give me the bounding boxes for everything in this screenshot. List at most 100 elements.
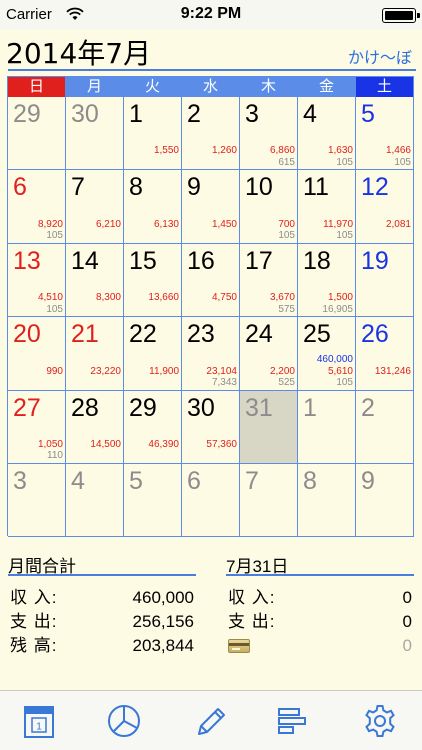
day-expense-row: 支 出: 0 xyxy=(226,610,414,634)
day-amounts: 57,360 xyxy=(206,439,237,462)
calendar-day-cell[interactable]: 12 2,081 xyxy=(356,170,414,244)
calendar-day-cell[interactable]: 8 xyxy=(298,463,356,538)
calendar-day-cell[interactable]: 29 46,390 xyxy=(124,390,182,464)
day-amounts: 11,900 xyxy=(149,366,179,389)
calendar-day-cell[interactable]: 30 xyxy=(66,97,124,171)
day-number: 26 xyxy=(361,320,389,349)
calendar-day-cell[interactable]: 19 xyxy=(356,243,414,318)
calendar-day-cell[interactable]: 30 57,360 xyxy=(182,390,240,464)
calendar-day-cell[interactable]: 9 xyxy=(356,463,414,538)
month-expense-label: 支 出: xyxy=(10,612,58,631)
day-amounts: 990 xyxy=(46,366,63,389)
calendar-day-cell[interactable]: 3 6,860 615 xyxy=(240,97,298,171)
calendar-day-cell[interactable]: 18 1,500 16,905 xyxy=(298,243,356,318)
calendar-day-cell[interactable]: 4 1,630 105 xyxy=(298,97,356,171)
day-amounts: 1,630 105 xyxy=(328,145,353,168)
calendar-day-cell[interactable]: 10 700 105 xyxy=(240,170,298,244)
calendar-day-cell[interactable]: 6 8,920 105 xyxy=(8,170,66,244)
day-number: 1 xyxy=(303,393,317,422)
calendar-day-cell-selected[interactable]: 31 xyxy=(240,390,298,464)
calendar-day-cell[interactable]: 29 xyxy=(8,97,66,171)
day-card-row: 0 xyxy=(226,634,414,658)
calendar-week-row: 27 1,050 110 28 14,500 29 46,390 30 57,360 31 1 2 xyxy=(8,390,414,464)
month-balance-label: 残 高: xyxy=(10,636,58,655)
day-card-amount: 525 xyxy=(278,377,295,389)
day-number: 21 xyxy=(71,320,99,349)
day-card-amount: 615 xyxy=(278,156,295,168)
calendar-day-cell[interactable]: 2 xyxy=(356,390,414,464)
month-income-row: 収 入: 460,000 xyxy=(8,586,196,610)
day-number: 1 xyxy=(129,100,143,128)
calendar-icon[interactable]: 1 xyxy=(19,701,59,741)
weekday-label: 土 xyxy=(356,77,414,97)
calendar-day-cell[interactable]: 26 131,246 xyxy=(356,317,414,391)
day-amounts: 3,670 575 xyxy=(270,292,295,315)
day-number: 3 xyxy=(245,100,259,128)
day-number: 27 xyxy=(13,393,41,422)
amount-spacer xyxy=(90,450,121,462)
calendar-day-cell[interactable]: 7 xyxy=(240,463,298,538)
day-expense-amount: 2,081 xyxy=(385,218,411,230)
tab-bar: 1 xyxy=(0,690,422,750)
day-number: 2 xyxy=(187,100,201,128)
amount-spacer xyxy=(206,450,237,462)
month-income-value: 460,000 xyxy=(132,588,194,607)
day-amounts: 2,200 525 xyxy=(270,366,295,389)
day-number: 30 xyxy=(187,393,215,422)
calendar-day-cell[interactable]: 13 4,510 105 xyxy=(8,243,66,318)
calendar-day-cell[interactable]: 21 23,220 xyxy=(66,317,124,391)
day-expense-amount: 1,260 xyxy=(211,145,237,157)
month-summary: 月間合計 収 入: 460,000 支 出: 256,156 残 高: 203,… xyxy=(8,552,196,658)
calendar-day-cell[interactable]: 15 13,660 xyxy=(124,243,182,318)
day-card-amount: 105 xyxy=(336,230,353,242)
pencil-icon[interactable] xyxy=(191,701,231,741)
calendar-day-cell[interactable]: 1 1,550 xyxy=(124,97,182,171)
day-expense-amount: 6,130 xyxy=(153,218,179,230)
calendar-day-cell[interactable]: 4 xyxy=(66,463,124,538)
status-bar: Carrier 9:22 PM xyxy=(0,0,422,30)
calendar-day-cell[interactable]: 28 14,500 xyxy=(66,390,124,464)
weekday-label: 日 xyxy=(8,77,66,97)
amount-spacer xyxy=(154,157,179,169)
calendar-day-cell[interactable]: 8 6,130 xyxy=(124,170,182,244)
day-income-value: 0 xyxy=(402,588,412,607)
day-number: 24 xyxy=(245,320,273,349)
amount-spacer xyxy=(149,377,179,389)
calendar-header: 2014年7月 かけ〜ぼ xyxy=(0,30,422,74)
day-card-amount: 105 xyxy=(336,377,353,389)
bar-list-icon[interactable] xyxy=(272,701,312,741)
day-number: 23 xyxy=(187,320,215,349)
calendar-day-cell[interactable]: 11 11,970 105 xyxy=(298,170,356,244)
day-number: 29 xyxy=(13,100,41,128)
day-amounts: 1,550 xyxy=(154,145,179,168)
calendar-day-cell[interactable]: 27 1,050 110 xyxy=(8,390,66,464)
calendar-day-cell[interactable]: 5 1,466 105 xyxy=(356,97,414,171)
calendar-day-cell[interactable]: 7 6,210 xyxy=(66,170,124,244)
calendar-day-cell[interactable]: 5 xyxy=(124,463,182,538)
calendar-day-cell[interactable]: 3 xyxy=(8,463,66,538)
month-expense-value: 256,156 xyxy=(132,612,194,631)
gear-icon[interactable] xyxy=(360,701,400,741)
app-name-link[interactable]: かけ〜ぼ xyxy=(348,44,412,68)
calendar-day-cell[interactable]: 20 990 xyxy=(8,317,66,391)
amount-spacer xyxy=(212,157,237,169)
pie-chart-icon[interactable] xyxy=(104,701,144,741)
calendar-day-cell[interactable]: 22 11,900 xyxy=(124,317,182,391)
calendar-day-cell[interactable]: 6 xyxy=(182,463,240,538)
day-expense-amount: 1,450 xyxy=(211,218,237,230)
calendar-day-cell[interactable]: 14 8,300 xyxy=(66,243,124,318)
weekday-label: 火 xyxy=(124,77,182,97)
calendar-day-cell[interactable]: 17 3,670 575 xyxy=(240,243,298,318)
day-number: 30 xyxy=(71,100,99,128)
day-number: 10 xyxy=(245,173,273,202)
calendar-day-cell[interactable]: 1 xyxy=(298,390,356,464)
credit-card-icon xyxy=(228,639,250,653)
calendar-day-cell[interactable]: 9 1,450 xyxy=(182,170,240,244)
calendar-day-cell[interactable]: 2 1,260 xyxy=(182,97,240,171)
calendar-day-cell[interactable]: 16 4,750 xyxy=(182,243,240,318)
day-expense-amount: 4,510 xyxy=(37,292,63,304)
calendar-day-cell[interactable]: 24 2,200 525 xyxy=(240,317,298,391)
day-number: 9 xyxy=(361,466,375,495)
calendar-day-cell[interactable]: 25 460,000 5,610 105 xyxy=(298,317,356,391)
calendar-day-cell[interactable]: 23 23,104 7,343 xyxy=(182,317,240,391)
